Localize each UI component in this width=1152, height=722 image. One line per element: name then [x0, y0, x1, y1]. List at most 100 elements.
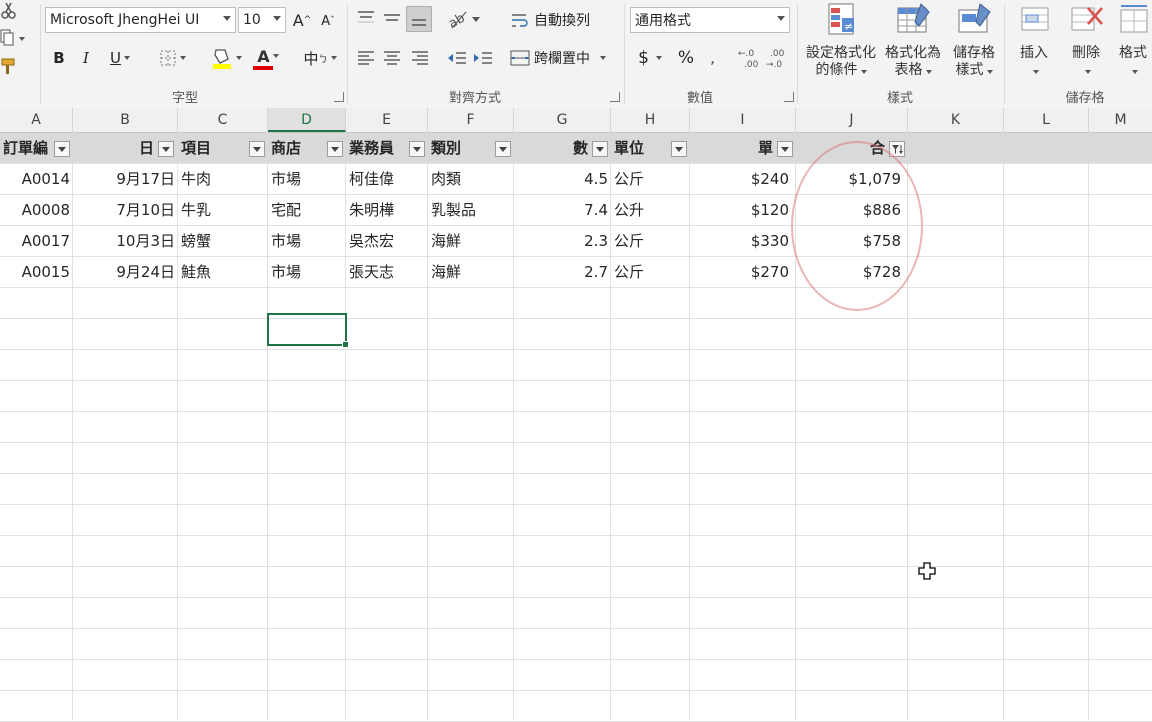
cell-category[interactable]: 海鮮 — [428, 226, 514, 256]
cell-salesperson[interactable]: 朱明樺 — [346, 195, 428, 225]
cell-unit[interactable]: 公斤 — [611, 226, 690, 256]
column-header-g[interactable]: G — [514, 108, 611, 132]
cell-order-id[interactable]: A0017 — [0, 226, 73, 256]
copy-icon[interactable] — [0, 28, 28, 48]
format-cells-button[interactable]: 格式 — [1114, 2, 1152, 79]
column-header-b[interactable]: B — [73, 108, 178, 132]
bold-button[interactable]: B — [48, 46, 70, 70]
cell-date[interactable]: 7月10日 — [73, 195, 178, 225]
merge-center-button[interactable]: 跨欄置中 — [510, 46, 620, 70]
column-header-c[interactable]: C — [178, 108, 268, 132]
grow-font-button[interactable]: A ^ — [292, 9, 312, 31]
cell-category[interactable]: 肉類 — [428, 164, 514, 194]
filter-dropdown-icon[interactable] — [592, 141, 608, 157]
cell-salesperson[interactable]: 吳杰宏 — [346, 226, 428, 256]
cell-category[interactable]: 乳製品 — [428, 195, 514, 225]
font-color-button[interactable]: A — [248, 44, 288, 72]
cell-item[interactable]: 牛乳 — [178, 195, 268, 225]
filter-dropdown-icon[interactable] — [777, 141, 793, 157]
column-header-f[interactable]: F — [428, 108, 514, 132]
cell-quantity[interactable]: 2.3 — [514, 226, 611, 256]
cell-quantity[interactable]: 4.5 — [514, 164, 611, 194]
selected-cell[interactable] — [267, 313, 349, 348]
column-header-a[interactable]: A — [0, 108, 73, 132]
column-header-e[interactable]: E — [346, 108, 428, 132]
increase-indent-icon[interactable] — [472, 48, 494, 68]
filter-dropdown-icon[interactable] — [495, 141, 511, 157]
bottom-align-icon[interactable] — [406, 6, 432, 32]
cell-store[interactable]: 市場 — [268, 257, 346, 287]
filter-dropdown-icon[interactable] — [158, 141, 174, 157]
cell-item[interactable]: 螃蟹 — [178, 226, 268, 256]
font-dialog-launcher[interactable] — [334, 92, 344, 102]
align-right-icon[interactable] — [410, 48, 430, 68]
alignment-dialog-launcher[interactable] — [610, 92, 620, 102]
decrease-indent-icon[interactable] — [446, 48, 468, 68]
cell-order-id[interactable]: A0014 — [0, 164, 73, 194]
align-center-icon[interactable] — [382, 48, 402, 68]
cell-unit-price[interactable]: $240 — [690, 164, 792, 194]
align-left-icon[interactable] — [356, 48, 376, 68]
cell-date[interactable]: 9月24日 — [73, 257, 178, 287]
cell-date[interactable]: 10月3日 — [73, 226, 178, 256]
filter-dropdown-icon[interactable] — [54, 141, 70, 157]
cell-store[interactable]: 市場 — [268, 226, 346, 256]
font-size-box[interactable]: 10 — [238, 7, 286, 33]
delete-cells-button[interactable]: 刪除 — [1062, 2, 1110, 79]
conditional-formatting-button[interactable]: ≠ 設定格式化 的條件 — [802, 2, 880, 79]
number-dialog-launcher[interactable] — [784, 92, 794, 102]
comma-style-icon[interactable]: , — [708, 47, 720, 69]
format-painter-icon[interactable] — [0, 56, 18, 76]
cut-icon[interactable] — [0, 2, 16, 20]
column-header-k[interactable]: K — [908, 108, 1004, 132]
wrap-text-button[interactable]: 自動換列 — [510, 8, 602, 32]
cell-salesperson[interactable]: 柯佳偉 — [346, 164, 428, 194]
column-header-h[interactable]: H — [611, 108, 690, 132]
cell-date[interactable]: 9月17日 — [73, 164, 178, 194]
cell-unit-price[interactable]: $330 — [690, 226, 792, 256]
column-header-d[interactable]: D — [268, 108, 346, 132]
shrink-font-button[interactable]: Aˇ — [318, 11, 338, 31]
cell-unit-price[interactable]: $270 — [690, 257, 792, 287]
column-header-m[interactable]: M — [1089, 108, 1152, 132]
filter-dropdown-icon[interactable] — [671, 141, 687, 157]
cell-quantity[interactable]: 2.7 — [514, 257, 611, 287]
cell-styles-button[interactable]: 儲存格 樣式 — [946, 2, 1002, 79]
middle-align-icon[interactable] — [382, 8, 402, 28]
cell-category[interactable]: 海鮮 — [428, 257, 514, 287]
cell-unit[interactable]: 公升 — [611, 195, 690, 225]
number-format-box[interactable]: 通用格式 — [630, 7, 790, 33]
top-align-icon[interactable] — [356, 8, 376, 28]
cell-salesperson[interactable]: 張天志 — [346, 257, 428, 287]
phonetic-button[interactable]: 中ㄅ — [300, 46, 340, 70]
column-header-l[interactable]: L — [1004, 108, 1089, 132]
orientation-icon[interactable]: ab — [446, 8, 482, 30]
filter-dropdown-icon[interactable] — [327, 141, 343, 157]
filter-dropdown-icon[interactable] — [409, 141, 425, 157]
border-button[interactable] — [150, 46, 194, 70]
underline-button[interactable]: U — [102, 46, 138, 70]
font-name-box[interactable]: Microsoft JhengHei UI — [45, 7, 236, 33]
cell-unit-price[interactable]: $120 — [690, 195, 792, 225]
cell-quantity[interactable]: 7.4 — [514, 195, 611, 225]
filter-dropdown-icon[interactable] — [249, 141, 265, 157]
increase-decimal-icon[interactable]: ←.0.00 — [736, 46, 762, 70]
column-header-j[interactable]: J — [796, 108, 908, 132]
cell-unit[interactable]: 公斤 — [611, 164, 690, 194]
cell-store[interactable]: 市場 — [268, 164, 346, 194]
fill-color-button[interactable] — [205, 44, 247, 72]
empty-row — [0, 319, 1152, 350]
cell-item[interactable]: 鮭魚 — [178, 257, 268, 287]
column-header-i[interactable]: I — [690, 108, 796, 132]
cell-store[interactable]: 宅配 — [268, 195, 346, 225]
insert-cells-button[interactable]: 插入 — [1010, 2, 1058, 79]
cell-order-id[interactable]: A0008 — [0, 195, 73, 225]
percent-button[interactable]: % — [674, 46, 698, 70]
cell-item[interactable]: 牛肉 — [178, 164, 268, 194]
decrease-decimal-icon[interactable]: .00 →.0 — [764, 46, 790, 70]
format-as-table-button[interactable]: 格式化為 表格 — [880, 2, 946, 79]
cell-order-id[interactable]: A0015 — [0, 257, 73, 287]
currency-button[interactable]: $ — [632, 46, 668, 70]
cell-unit[interactable]: 公斤 — [611, 257, 690, 287]
italic-button[interactable]: I — [75, 46, 97, 70]
